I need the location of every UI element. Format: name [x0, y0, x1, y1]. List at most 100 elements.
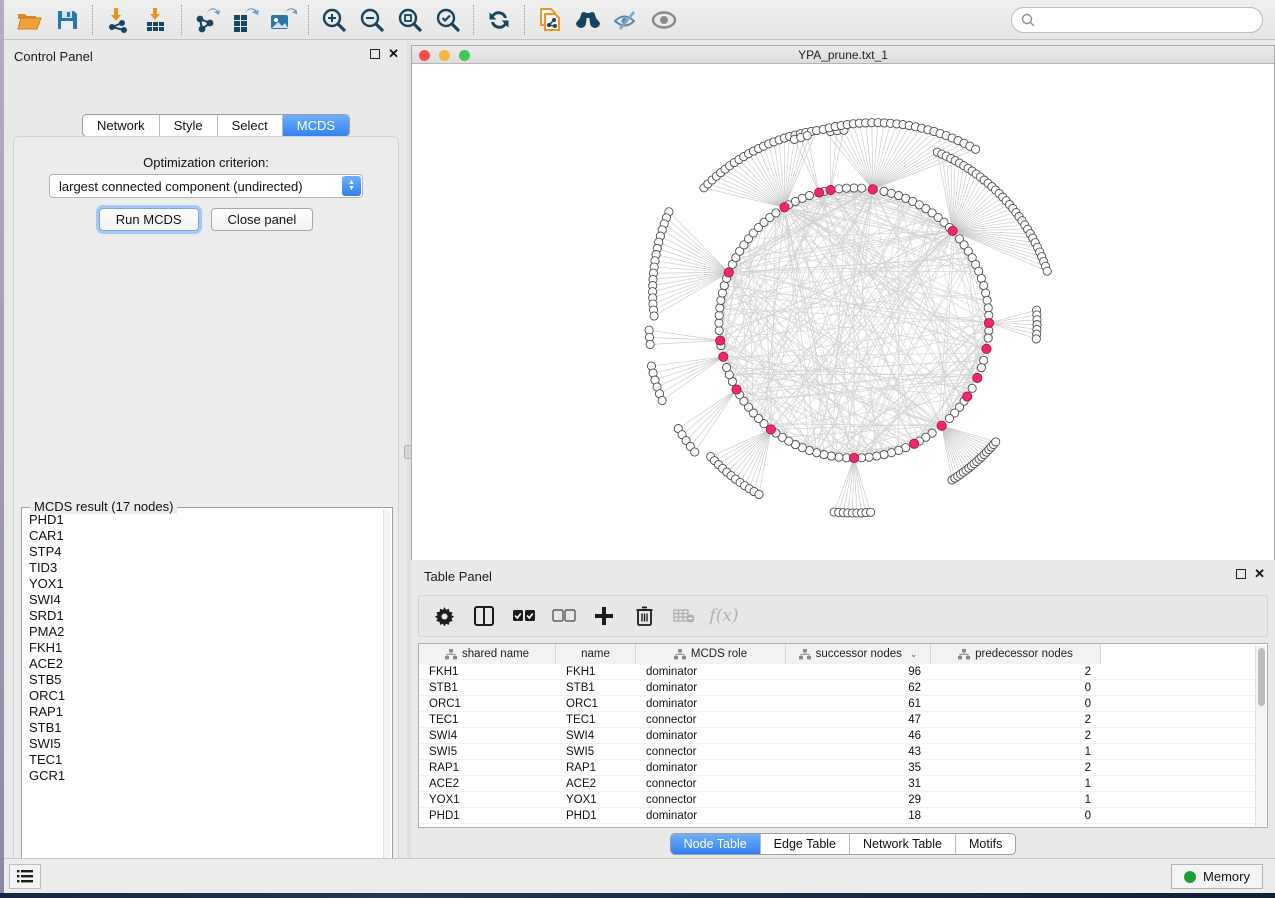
- gear-icon[interactable]: [431, 604, 457, 628]
- import-table-icon[interactable]: [139, 4, 173, 36]
- table-cell[interactable]: SWI5: [419, 744, 556, 759]
- table-cell[interactable]: FKH1: [556, 664, 636, 679]
- table-cell[interactable]: dominator: [636, 664, 786, 679]
- column-header-predecessor-nodes[interactable]: predecessor nodes: [931, 644, 1101, 664]
- export-table-icon[interactable]: [228, 4, 262, 36]
- zoom-in-icon[interactable]: [317, 4, 351, 36]
- table-cell[interactable]: FKH1: [419, 664, 556, 679]
- table-cell[interactable]: YOX1: [556, 792, 636, 807]
- table-cell[interactable]: 2: [931, 712, 1101, 727]
- table-cell[interactable]: 18: [786, 808, 931, 823]
- table-cell[interactable]: YOX1: [419, 792, 556, 807]
- table-cell[interactable]: connector: [636, 712, 786, 727]
- zoom-selected-icon[interactable]: [431, 4, 465, 36]
- column-header-MCDS-role[interactable]: MCDS role: [636, 644, 786, 664]
- mcds-result-item[interactable]: PMA2: [23, 624, 375, 640]
- column-header-shared-name[interactable]: shared name: [419, 644, 556, 664]
- tab-select[interactable]: Select: [217, 115, 282, 136]
- save-icon[interactable]: [50, 4, 84, 36]
- table-cell[interactable]: RAP1: [419, 760, 556, 775]
- table-cell[interactable]: 2: [931, 760, 1101, 775]
- mcds-result-item[interactable]: YOX1: [23, 576, 375, 592]
- mcds-result-item[interactable]: RAP1: [23, 704, 375, 720]
- close-panel-icon[interactable]: ✕: [388, 49, 399, 59]
- table-cell[interactable]: 0: [931, 680, 1101, 695]
- mcds-result-list[interactable]: PHD1CAR1STP4TID3YOX1SWI4SRD1PMA2FKH1ACE2…: [23, 512, 375, 872]
- table-cell[interactable]: RAP1: [556, 760, 636, 775]
- network-window-titlebar[interactable]: YPA_prune.txt_1: [412, 46, 1274, 64]
- table-cell[interactable]: SWI5: [556, 744, 636, 759]
- float-panel-icon[interactable]: [1236, 569, 1246, 579]
- open-folder-icon[interactable]: [12, 4, 46, 36]
- table-cell[interactable]: PHD1: [556, 808, 636, 823]
- table-row[interactable]: RAP1RAP1dominator352: [419, 760, 1255, 776]
- table-cell[interactable]: dominator: [636, 728, 786, 743]
- mcds-result-item[interactable]: STP4: [23, 544, 375, 560]
- table-cell[interactable]: 1: [931, 792, 1101, 807]
- table-cell[interactable]: ACE2: [556, 776, 636, 791]
- table-cell[interactable]: STB1: [419, 680, 556, 695]
- table-cell[interactable]: ORC1: [556, 696, 636, 711]
- table-row[interactable]: TEC1TEC1connector472: [419, 712, 1255, 728]
- close-panel-icon[interactable]: ✕: [1254, 569, 1265, 579]
- export-image-icon[interactable]: [266, 4, 300, 36]
- table-row[interactable]: ACE2ACE2connector311: [419, 776, 1255, 792]
- table-cell[interactable]: dominator: [636, 696, 786, 711]
- mcds-list-scrollbar[interactable]: [383, 510, 390, 872]
- table-row[interactable]: SWI4SWI4dominator462: [419, 728, 1255, 744]
- table-row[interactable]: SWI5SWI5connector431: [419, 744, 1255, 760]
- float-panel-icon[interactable]: [370, 49, 380, 59]
- mcds-result-item[interactable]: TEC1: [23, 752, 375, 768]
- table-cell[interactable]: connector: [636, 744, 786, 759]
- table-row[interactable]: STB1STB1dominator620: [419, 680, 1255, 696]
- mcds-result-item[interactable]: TID3: [23, 560, 375, 576]
- table-cell[interactable]: connector: [636, 792, 786, 807]
- table-cell[interactable]: dominator: [636, 680, 786, 695]
- table-cell[interactable]: TEC1: [419, 712, 556, 727]
- table-cell[interactable]: 1: [931, 744, 1101, 759]
- table-cell[interactable]: 0: [931, 696, 1101, 711]
- memory-button[interactable]: Memory: [1171, 864, 1263, 889]
- run-mcds-button[interactable]: Run MCDS: [99, 208, 199, 231]
- table-cell[interactable]: 29: [786, 792, 931, 807]
- table-cell[interactable]: TEC1: [556, 712, 636, 727]
- tab-style[interactable]: Style: [159, 115, 217, 136]
- refresh-icon[interactable]: [482, 4, 516, 36]
- table-cell[interactable]: SWI4: [419, 728, 556, 743]
- table-row[interactable]: PHD1PHD1dominator180: [419, 808, 1255, 824]
- mcds-result-item[interactable]: SRD1: [23, 608, 375, 624]
- table-scrollbar-thumb[interactable]: [1258, 648, 1265, 706]
- column-header-name[interactable]: name: [556, 644, 636, 664]
- table-cell[interactable]: 46: [786, 728, 931, 743]
- mcds-result-item[interactable]: ACE2: [23, 656, 375, 672]
- mcds-result-item[interactable]: PHD1: [23, 512, 375, 528]
- network-graph[interactable]: [412, 65, 1274, 560]
- zoom-fit-icon[interactable]: [393, 4, 427, 36]
- tab-network-table[interactable]: Network Table: [849, 834, 955, 854]
- zoom-out-icon[interactable]: [355, 4, 389, 36]
- table-row[interactable]: YOX1YOX1connector291: [419, 792, 1255, 808]
- function-builder-icon[interactable]: f(x): [711, 604, 737, 628]
- table-cell[interactable]: 0: [931, 808, 1101, 823]
- table-cell[interactable]: PHD1: [419, 808, 556, 823]
- table-cell[interactable]: 43: [786, 744, 931, 759]
- criterion-dropdown[interactable]: largest connected component (undirected)…: [49, 174, 363, 198]
- network-search-input[interactable]: [1011, 7, 1263, 33]
- export-network-icon[interactable]: [190, 4, 224, 36]
- table-cell[interactable]: ACE2: [419, 776, 556, 791]
- table-cell[interactable]: 61: [786, 696, 931, 711]
- table-cell[interactable]: 31: [786, 776, 931, 791]
- mcds-result-item[interactable]: STB5: [23, 672, 375, 688]
- table-cell[interactable]: STB1: [556, 680, 636, 695]
- table-cell[interactable]: 62: [786, 680, 931, 695]
- close-panel-button[interactable]: Close panel: [211, 208, 314, 231]
- table-cell[interactable]: 96: [786, 664, 931, 679]
- mcds-result-item[interactable]: GCR1: [23, 768, 375, 784]
- tab-node-table[interactable]: Node Table: [671, 834, 760, 854]
- table-cell[interactable]: SWI4: [556, 728, 636, 743]
- clear-table-icon[interactable]: [671, 604, 697, 628]
- table-row[interactable]: ORC1ORC1dominator610: [419, 696, 1255, 712]
- network-canvas[interactable]: [412, 65, 1274, 560]
- delete-column-icon[interactable]: [631, 604, 657, 628]
- column-header-successor-nodes[interactable]: successor nodes⌄: [786, 644, 931, 664]
